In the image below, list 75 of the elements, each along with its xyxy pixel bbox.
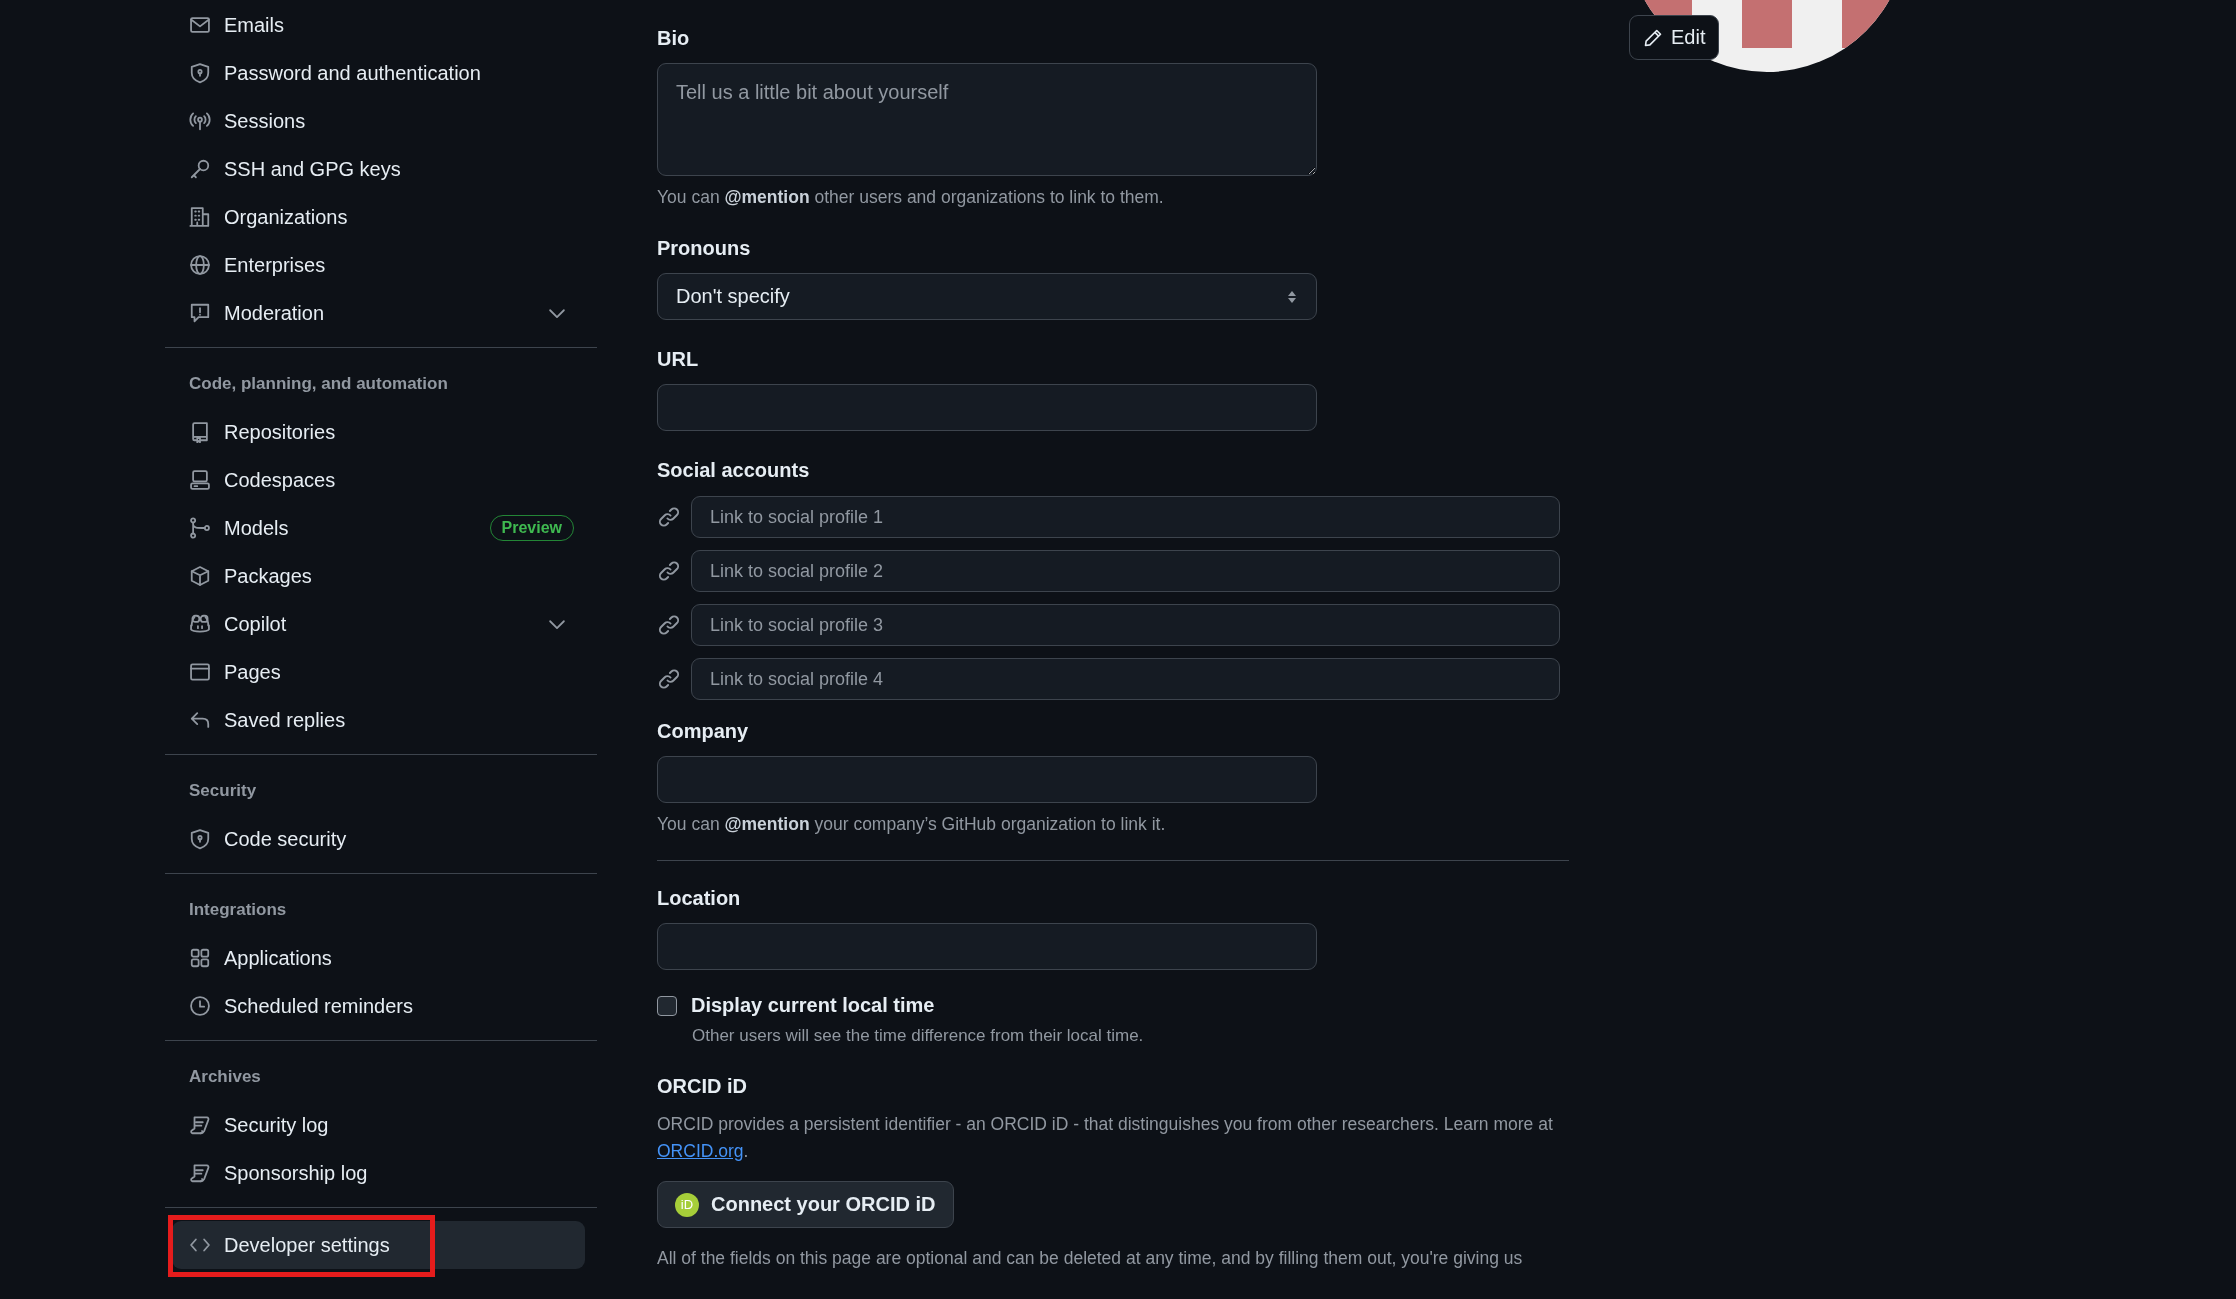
url-field[interactable] <box>657 384 1317 431</box>
link-icon <box>657 667 681 691</box>
orcid-icon: iD <box>675 1192 699 1217</box>
report-icon <box>189 302 211 324</box>
sidebar-item[interactable]: Organizations <box>172 193 585 241</box>
sidebar-item[interactable]: SSH and GPG keys <box>172 145 585 193</box>
sidebar-item[interactable]: Emails <box>172 1 585 49</box>
clock-icon <box>189 995 211 1017</box>
sidebar-item[interactable]: Developer settings <box>172 1221 585 1269</box>
cube-icon <box>189 565 211 587</box>
sidebar-item[interactable]: Security log <box>172 1101 585 1149</box>
sidebar-item[interactable]: Pages <box>172 648 585 696</box>
field-label: Location <box>657 886 742 911</box>
connect-orcid-button[interactable]: iD Connect your ORCID iD <box>657 1181 955 1228</box>
book-icon <box>189 421 211 443</box>
reply-icon <box>189 709 211 731</box>
sidebar-item[interactable]: Copilot <box>172 600 585 648</box>
hint-text: You can @mention other users and organizations to link to them. <box>657 186 1165 209</box>
sidebar-item[interactable]: Password and authentication <box>172 49 585 97</box>
field-label: URL <box>657 347 700 372</box>
robot-icon <box>189 613 211 635</box>
sidebar-item[interactable]: Models Preview <box>172 504 585 552</box>
hint-text: Other users will see the time difference from their local time. <box>692 1025 1145 1047</box>
scroll-icon <box>189 1114 211 1136</box>
shield-icon <box>189 828 211 850</box>
sidebar-item[interactable]: Scheduled reminders <box>172 982 585 1030</box>
section-heading: ORCID iD <box>657 1074 748 1099</box>
apps-icon <box>189 947 211 969</box>
laptop-icon <box>189 469 211 491</box>
edit-button[interactable]: Edit <box>1629 15 1720 60</box>
social-link-field[interactable]: Link to social profile 3 <box>691 604 1560 646</box>
orcid-link[interactable]: ORCID.org <box>657 1141 744 1161</box>
bio-field[interactable]: Tell us a little bit about yourself <box>657 63 1317 176</box>
field-label: Social accounts <box>657 458 811 483</box>
footer-text: All of the fields on this page are optional and can be deleted at any time, and by filling them out, you're giving us <box>657 1248 1524 1269</box>
sidebar-item[interactable]: Packages <box>172 552 585 600</box>
field-label: Company <box>657 719 750 744</box>
location-field[interactable] <box>657 923 1317 970</box>
company-field[interactable] <box>657 756 1317 803</box>
broadcast-icon <box>189 110 211 132</box>
sidebar-item[interactable]: Code security <box>172 815 585 863</box>
section-heading: Archives <box>188 1066 262 1088</box>
social-link-field[interactable]: Link to social profile 4 <box>691 658 1560 700</box>
sidebar-item[interactable]: Saved replies <box>172 696 585 744</box>
sidebar-item[interactable]: Moderation <box>172 289 585 337</box>
field-label: Pronouns <box>657 236 752 261</box>
shield-icon <box>189 62 211 84</box>
link-icon <box>657 559 681 583</box>
sidebar-item[interactable]: Codespaces <box>172 456 585 504</box>
field-label: Bio <box>657 26 691 51</box>
link-icon <box>657 613 681 637</box>
hint-text: You can @mention your company’s GitHub organization to link it. <box>657 813 1167 836</box>
social-link-field[interactable]: Link to social profile 1 <box>691 496 1560 538</box>
key-icon <box>189 158 211 180</box>
checkbox[interactable] <box>657 995 677 1016</box>
sidebar-item[interactable]: Sessions <box>172 97 585 145</box>
description-text: ORCID provides a persistent identifier - an ORCID iD - that distinguishes you from other researchers. Learn more at ORCID.org. <box>657 1113 1554 1163</box>
section-heading: Security <box>188 780 258 802</box>
sidebar-item[interactable]: Repositories <box>172 408 585 456</box>
section-heading: Code, planning, and automation <box>188 373 449 395</box>
globe-icon <box>189 254 211 276</box>
browser-icon <box>189 661 211 683</box>
sidebar-item[interactable]: Applications <box>172 934 585 982</box>
section-heading: Integrations <box>188 899 288 921</box>
pronouns-select[interactable]: Don't specify <box>657 273 1317 320</box>
social-link-field[interactable]: Link to social profile 2 <box>691 550 1560 592</box>
checkbox-label: Display current local time <box>691 994 935 1017</box>
building-icon <box>189 206 211 228</box>
nodes-icon <box>189 517 211 539</box>
scroll-icon <box>189 1162 211 1184</box>
link-icon <box>657 505 681 529</box>
mail-icon <box>189 14 211 36</box>
pencil-icon <box>1643 27 1663 48</box>
sidebar-item[interactable]: Enterprises <box>172 241 585 289</box>
sidebar-item[interactable]: Sponsorship log <box>172 1149 585 1197</box>
